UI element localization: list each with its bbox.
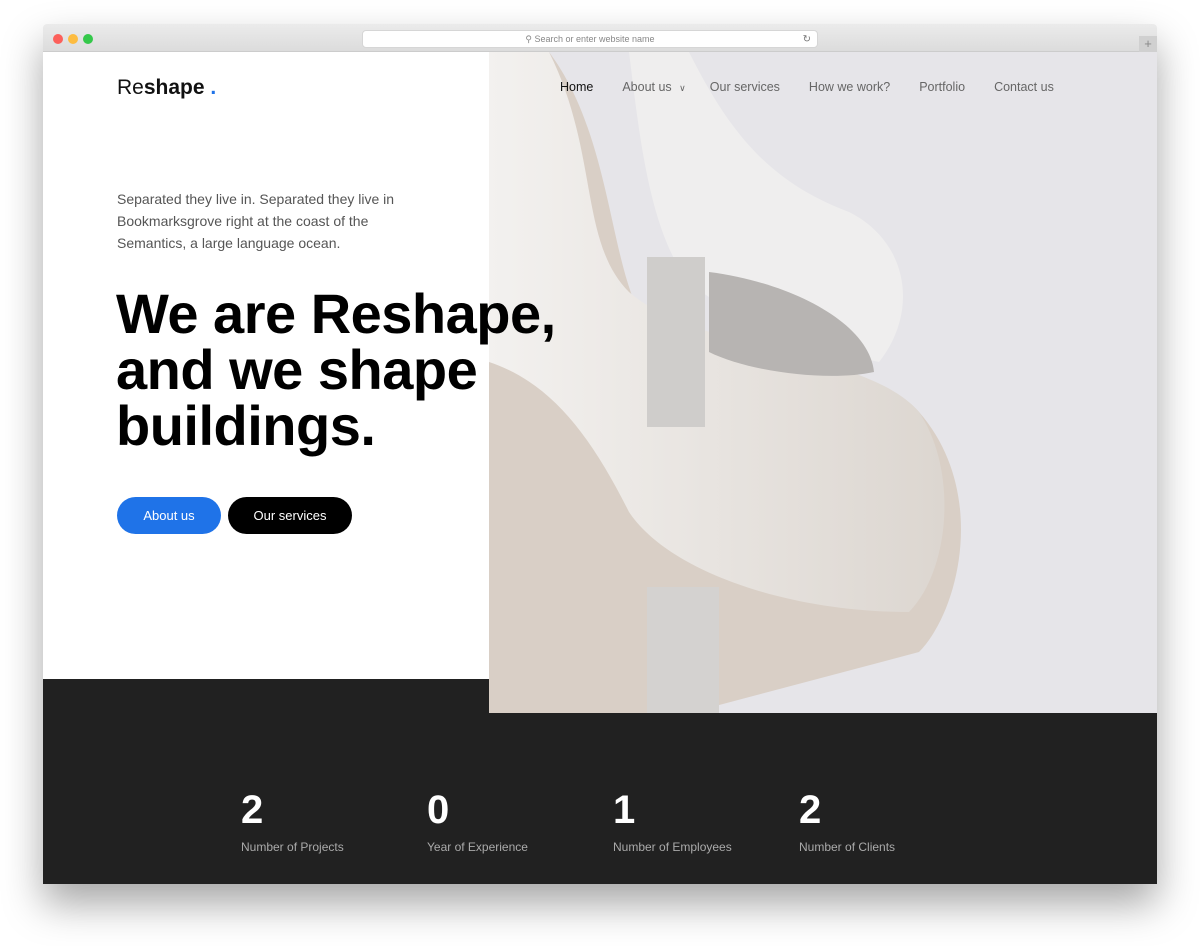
nav-how-we-work[interactable]: How we work? bbox=[809, 80, 890, 94]
stat-clients: 2 Number of Clients bbox=[799, 788, 896, 854]
brand-logo[interactable]: Reshape . bbox=[117, 76, 216, 100]
hero-intro: Separated they live in. Separated they l… bbox=[117, 191, 395, 251]
chevron-down-icon: ∨ bbox=[679, 83, 686, 93]
nav-portfolio[interactable]: Portfolio bbox=[919, 80, 965, 94]
maximize-window-button[interactable] bbox=[83, 34, 93, 44]
minimize-window-button[interactable] bbox=[68, 34, 78, 44]
close-window-button[interactable] bbox=[53, 34, 63, 44]
address-placeholder: Search or enter website name bbox=[534, 34, 655, 44]
browser-window: ⚲ Search or enter website name ↻ + Reshap… bbox=[43, 24, 1157, 884]
nav-contact-us[interactable]: Contact us bbox=[994, 80, 1054, 94]
search-icon: ⚲ bbox=[525, 34, 535, 44]
nav-our-services[interactable]: Our services bbox=[710, 80, 780, 94]
hero-headline: We are Reshape, and we shape buildings. bbox=[116, 282, 556, 457]
stat-employees: 1 Number of Employees bbox=[613, 788, 732, 854]
about-us-button[interactable]: About us bbox=[117, 497, 221, 534]
nav-about-us[interactable]: About us ∨ bbox=[622, 80, 685, 94]
browser-toolbar: ⚲ Search or enter website name ↻ + bbox=[43, 24, 1157, 52]
stat-experience: 0 Year of Experience bbox=[427, 788, 528, 854]
new-tab-button[interactable]: + bbox=[1139, 36, 1157, 52]
nav-home[interactable]: Home bbox=[560, 80, 593, 94]
our-services-button[interactable]: Our services bbox=[228, 497, 352, 534]
stat-projects: 2 Number of Projects bbox=[241, 788, 344, 854]
address-bar[interactable]: ⚲ Search or enter website name ↻ bbox=[362, 30, 818, 48]
main-nav: Home About us ∨ Our services How we work… bbox=[560, 80, 1083, 94]
reload-icon[interactable]: ↻ bbox=[803, 31, 811, 48]
